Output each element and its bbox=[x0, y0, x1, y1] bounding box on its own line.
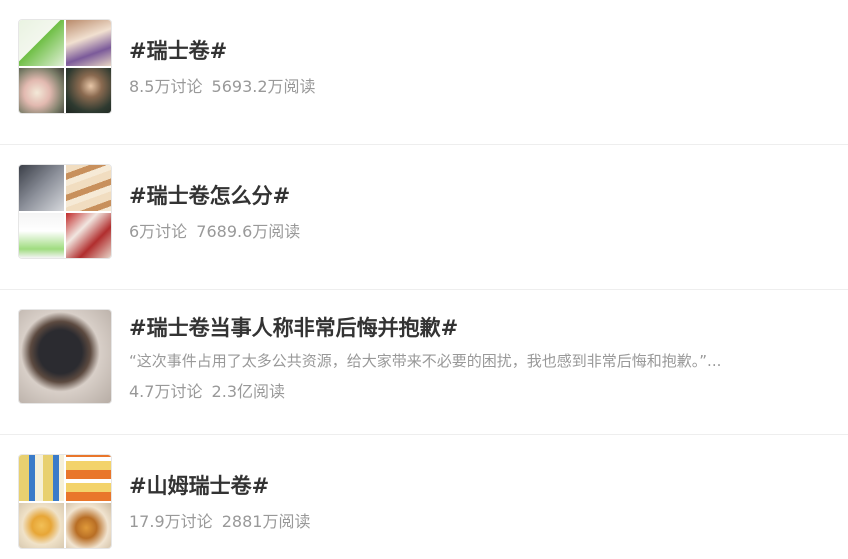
topic-stats: 8.5万讨论 5693.2万阅读 bbox=[129, 73, 316, 97]
topic-item-dangshiren-baoqian[interactable]: #瑞士卷当事人称非常后悔并抱歉# “这次事件占用了太多公共资源，给大家带来不必要… bbox=[0, 290, 848, 435]
read-count: 2881万阅读 bbox=[221, 512, 311, 531]
thumbnail-grid bbox=[19, 165, 111, 258]
read-count: 5693.2万阅读 bbox=[211, 77, 316, 96]
thumbnail-image bbox=[19, 165, 64, 211]
thumbnail-image bbox=[19, 20, 64, 66]
thumbnail-image bbox=[66, 165, 111, 211]
topic-list: #瑞士卷# 8.5万讨论 5693.2万阅读 #瑞士卷怎么分# 6万讨论 768… bbox=[0, 0, 848, 559]
discussion-count: 8.5万讨论 bbox=[129, 77, 203, 96]
thumbnail-image bbox=[66, 20, 111, 66]
topic-title[interactable]: #瑞士卷# bbox=[129, 35, 227, 65]
thumbnail-image bbox=[66, 455, 111, 501]
discussion-count: 17.9万讨论 bbox=[129, 512, 213, 531]
topic-stats: 17.9万讨论 2881万阅读 bbox=[129, 508, 310, 532]
thumbnail-grid bbox=[19, 20, 111, 113]
thumbnail-image bbox=[66, 67, 111, 113]
topic-title[interactable]: #瑞士卷怎么分# bbox=[129, 180, 290, 210]
thumbnail-image bbox=[19, 502, 64, 548]
topic-item-ruishijuan-zenmefen[interactable]: #瑞士卷怎么分# 6万讨论 7689.6万阅读 bbox=[0, 145, 848, 290]
discussion-count: 4.7万讨论 bbox=[129, 382, 203, 401]
thumbnail-grid bbox=[19, 455, 111, 548]
topic-stats: 6万讨论 7689.6万阅读 bbox=[129, 218, 300, 242]
thumbnail-image bbox=[19, 455, 64, 501]
thumbnail-image bbox=[66, 502, 111, 548]
topic-thumbnail[interactable] bbox=[18, 309, 112, 404]
topic-stats: 4.7万讨论 2.3亿阅读 bbox=[129, 378, 285, 402]
read-count: 2.3亿阅读 bbox=[211, 382, 285, 401]
topic-thumbnail[interactable] bbox=[18, 454, 112, 549]
topic-title[interactable]: #瑞士卷当事人称非常后悔并抱歉# bbox=[129, 312, 458, 342]
thumbnail-image bbox=[66, 212, 111, 258]
read-count: 7689.6万阅读 bbox=[196, 222, 301, 241]
thumbnail-image bbox=[19, 212, 64, 258]
thumbnail-image bbox=[19, 310, 111, 403]
topic-item-shanmu-ruishijuan[interactable]: #山姆瑞士卷# 17.9万讨论 2881万阅读 bbox=[0, 435, 848, 559]
thumbnail-image bbox=[19, 67, 64, 113]
topic-title[interactable]: #山姆瑞士卷# bbox=[129, 470, 269, 500]
topic-description: “这次事件占用了太多公共资源，给大家带来不必要的困扰，我也感到非常后悔和抱歉。”… bbox=[129, 352, 722, 370]
topic-thumbnail[interactable] bbox=[18, 19, 112, 114]
discussion-count: 6万讨论 bbox=[129, 222, 188, 241]
topic-thumbnail[interactable] bbox=[18, 164, 112, 259]
topic-item-ruishijuan[interactable]: #瑞士卷# 8.5万讨论 5693.2万阅读 bbox=[0, 0, 848, 145]
